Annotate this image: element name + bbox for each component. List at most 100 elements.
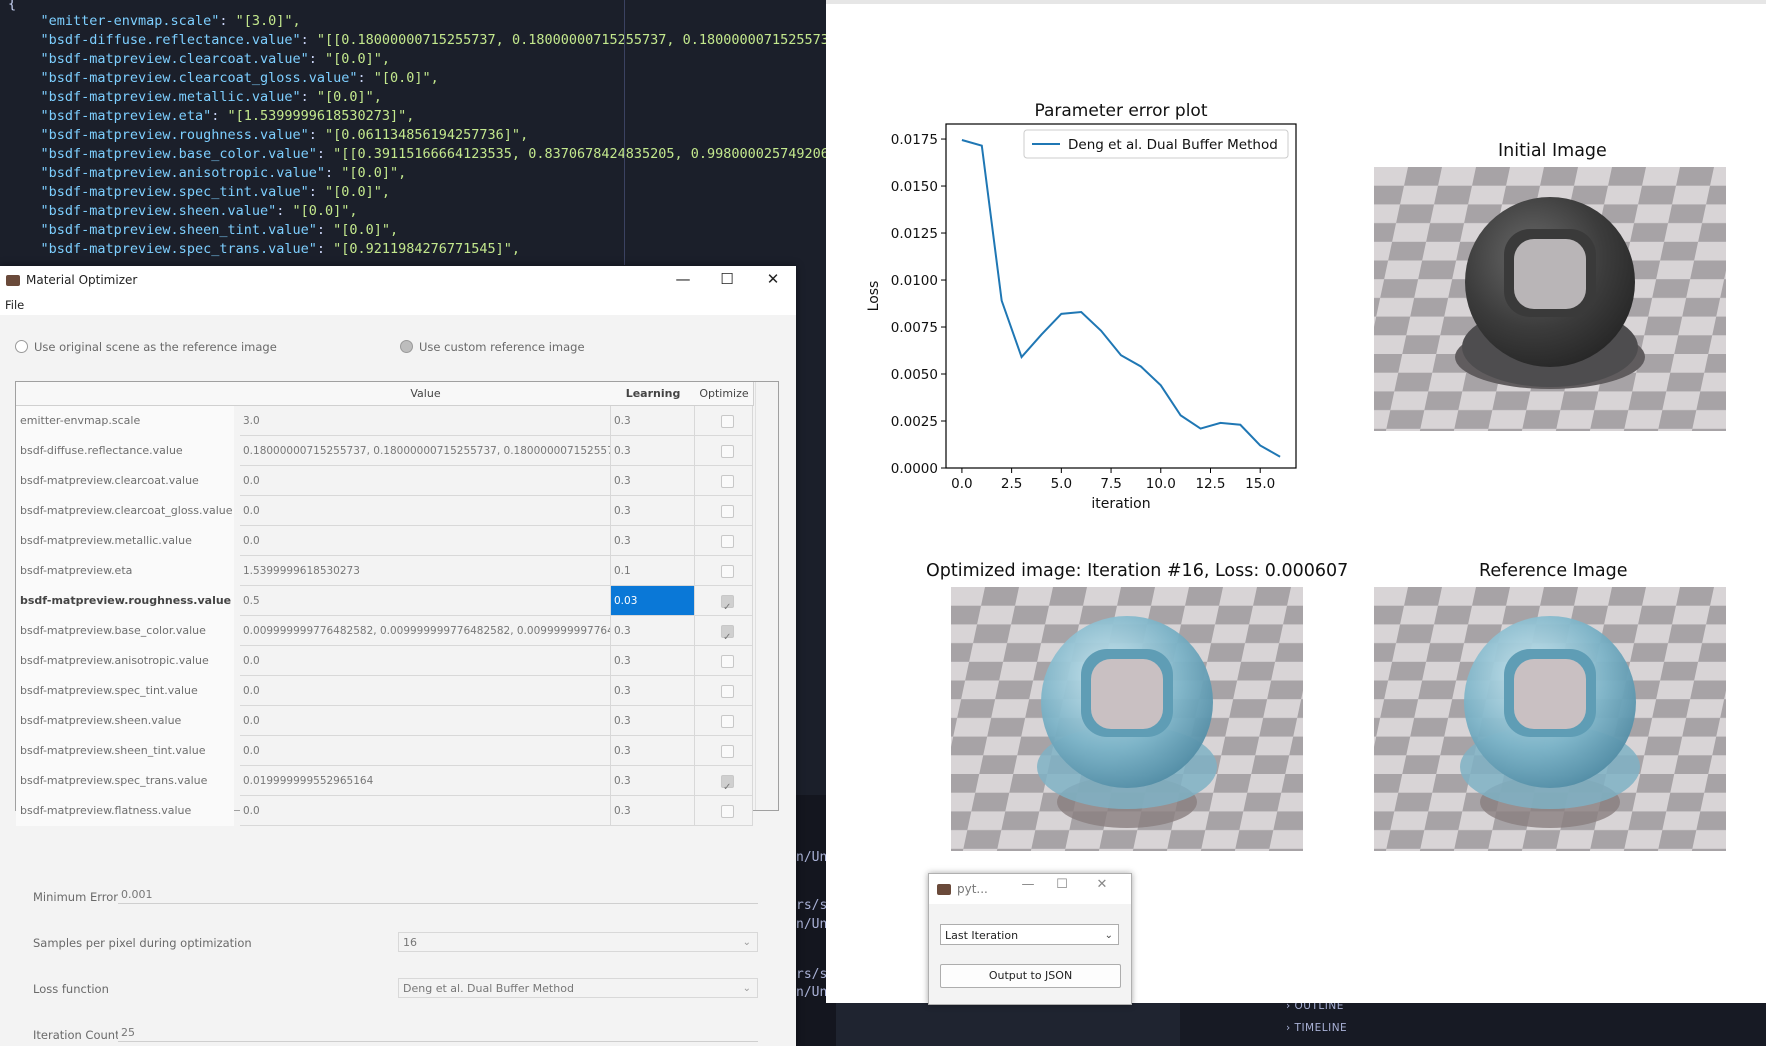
value-cell[interactable]: 0.5 (240, 586, 611, 616)
learning-rate-cell[interactable]: 0.03 (611, 586, 695, 616)
minimize-button[interactable]: — (1013, 877, 1043, 892)
row-header[interactable]: bsdf-matpreview.base_color.value (16, 616, 234, 646)
learning-rate-cell[interactable]: 0.3 (611, 676, 695, 706)
close-button[interactable]: ✕ (758, 270, 788, 288)
row-header[interactable]: emitter-envmap.scale (16, 406, 234, 436)
value-cell[interactable]: 0.0 (240, 526, 611, 556)
table-row[interactable]: bsdf-matpreview.sheen.value 0.0 0.3 (16, 706, 754, 736)
table-row[interactable]: bsdf-matpreview.sheen_tint.value 0.0 0.3 (16, 736, 754, 766)
optimize-checkbox[interactable] (721, 805, 734, 818)
editor-indent-guide (624, 0, 625, 265)
output-to-json-button[interactable]: Output to JSON (940, 964, 1121, 988)
table-row[interactable]: bsdf-matpreview.spec_trans.value 0.019999… (16, 766, 754, 796)
iteration-count-input[interactable]: 25 (118, 1024, 758, 1042)
table-row[interactable]: bsdf-matpreview.clearcoat.value 0.0 0.3 (16, 466, 754, 496)
json-key: "bsdf-matpreview.spec_tint.value" (40, 184, 309, 200)
parameter-table[interactable]: Value Learning Rate Optimize emitter-env… (15, 381, 779, 826)
value-cell[interactable]: 0.0 (240, 796, 611, 826)
optimize-checkbox[interactable] (721, 535, 734, 548)
column-header-optimize[interactable]: Optimize (695, 382, 754, 406)
learning-rate-cell[interactable]: 0.3 (611, 646, 695, 676)
row-header[interactable]: bsdf-matpreview.flatness.value (16, 796, 234, 826)
value-cell[interactable]: 0.019999999552965164 (240, 766, 611, 796)
table-row[interactable]: bsdf-matpreview.clearcoat_gloss.value 0.0… (16, 496, 754, 526)
row-header[interactable]: bsdf-matpreview.roughness.value (16, 586, 234, 616)
learning-rate-cell[interactable]: 0.3 (611, 406, 695, 436)
menu-file[interactable]: File (5, 298, 24, 312)
table-row[interactable]: bsdf-matpreview.roughness.value 0.5 0.03 (16, 586, 754, 616)
learning-rate-cell[interactable]: 0.3 (611, 706, 695, 736)
json-value: "[0.061134856194257736]", (325, 127, 529, 143)
table-row[interactable]: bsdf-matpreview.eta 1.5399999618530273 0.1 (16, 556, 754, 586)
table-row[interactable]: emitter-envmap.scale 3.0 0.3 (16, 406, 754, 436)
learning-rate-cell[interactable]: 0.1 (611, 556, 695, 586)
maximize-button[interactable]: ☐ (712, 270, 742, 288)
value-cell[interactable]: 0.0 (240, 466, 611, 496)
radio-original-scene[interactable] (15, 340, 28, 353)
optimize-checkbox[interactable] (721, 715, 734, 728)
learning-rate-cell[interactable]: 0.3 (611, 796, 695, 826)
value-cell[interactable]: 1.5399999618530273 (240, 556, 611, 586)
output-window-title: pyt... (957, 882, 988, 896)
minimize-button[interactable]: — (668, 270, 698, 288)
row-header[interactable]: bsdf-matpreview.metallic.value (16, 526, 234, 556)
value-cell[interactable]: 0.009999999776482582, 0.0099999997764825… (240, 616, 611, 646)
column-header-learning-rate[interactable]: Learning Rate (611, 382, 696, 423)
row-header[interactable]: bsdf-diffuse.reflectance.value (16, 436, 234, 466)
radio-custom-reference[interactable] (400, 340, 413, 353)
optimize-checkbox[interactable] (721, 415, 734, 428)
learning-rate-cell[interactable]: 0.3 (611, 496, 695, 526)
learning-rate-cell[interactable]: 0.3 (611, 436, 695, 466)
optimize-checkbox[interactable] (721, 445, 734, 458)
row-header[interactable]: bsdf-matpreview.spec_tint.value (16, 676, 234, 706)
learning-rate-cell[interactable]: 0.3 (611, 466, 695, 496)
value-cell[interactable]: 0.0 (240, 496, 611, 526)
learning-rate-cell[interactable]: 0.3 (611, 616, 695, 646)
optimize-checkbox[interactable] (721, 685, 734, 698)
timeline-section[interactable]: › TIMELINE (1286, 1022, 1347, 1034)
value-cell[interactable]: 0.0 (240, 736, 611, 766)
row-header[interactable]: bsdf-matpreview.anisotropic.value (16, 646, 234, 676)
value-cell[interactable]: 0.18000000715255737, 0.18000000715255737… (240, 436, 611, 466)
row-header[interactable]: bsdf-matpreview.sheen.value (16, 706, 234, 736)
table-row[interactable]: bsdf-diffuse.reflectance.value 0.18000000… (16, 436, 754, 466)
optimize-checkbox[interactable] (721, 505, 734, 518)
row-header[interactable]: bsdf-matpreview.eta (16, 556, 234, 586)
spp-select[interactable]: 16 ⌄ (398, 932, 758, 952)
column-header-value[interactable]: Value (240, 382, 612, 406)
row-header[interactable]: bsdf-matpreview.clearcoat_gloss.value (16, 496, 234, 526)
optimize-cell (695, 466, 753, 496)
maximize-button[interactable]: ☐ (1047, 877, 1077, 892)
table-row[interactable]: bsdf-matpreview.spec_tint.value 0.0 0.3 (16, 676, 754, 706)
learning-rate-cell[interactable]: 0.3 (611, 526, 695, 556)
close-button[interactable]: ✕ (1087, 877, 1117, 892)
optimize-checkbox[interactable] (721, 475, 734, 488)
learning-rate-cell[interactable]: 0.3 (611, 766, 695, 796)
optimize-checkbox[interactable] (721, 593, 734, 615)
optimized-image-title: Optimized image: Iteration #16, Loss: 0.… (926, 561, 1349, 581)
table-scrollbar[interactable] (755, 382, 778, 810)
value-cell[interactable]: 0.0 (240, 646, 611, 676)
optimize-checkbox[interactable] (721, 745, 734, 758)
row-header[interactable]: bsdf-matpreview.sheen_tint.value (16, 736, 234, 766)
iteration-select[interactable]: Last Iteration ⌄ (940, 924, 1119, 945)
table-row[interactable]: bsdf-matpreview.flatness.value 0.0 0.3 (16, 796, 754, 826)
min-error-input[interactable]: 0.001 (118, 886, 758, 904)
row-header[interactable]: bsdf-matpreview.clearcoat.value (16, 466, 234, 496)
optimize-checkbox[interactable] (721, 655, 734, 668)
window-titlebar[interactable]: Material Optimizer — ☐ ✕ (0, 266, 796, 295)
table-row[interactable]: bsdf-matpreview.metallic.value 0.0 0.3 (16, 526, 754, 556)
value-cell[interactable]: 3.0 (240, 406, 611, 436)
optimize-checkbox[interactable] (721, 565, 734, 578)
loss-function-select[interactable]: Deng et al. Dual Buffer Method ⌄ (398, 978, 758, 998)
table-row[interactable]: bsdf-matpreview.anisotropic.value 0.0 0.3 (16, 646, 754, 676)
optimize-checkbox[interactable] (721, 773, 734, 795)
output-window-titlebar[interactable]: pyt... — ☐ ✕ (929, 874, 1131, 904)
optimize-checkbox[interactable] (721, 623, 734, 645)
learning-rate-cell[interactable]: 0.3 (611, 736, 695, 766)
app-icon (937, 884, 951, 895)
value-cell[interactable]: 0.0 (240, 676, 611, 706)
value-cell[interactable]: 0.0 (240, 706, 611, 736)
table-row[interactable]: bsdf-matpreview.base_color.value 0.009999… (16, 616, 754, 646)
row-header[interactable]: bsdf-matpreview.spec_trans.value (16, 766, 234, 796)
